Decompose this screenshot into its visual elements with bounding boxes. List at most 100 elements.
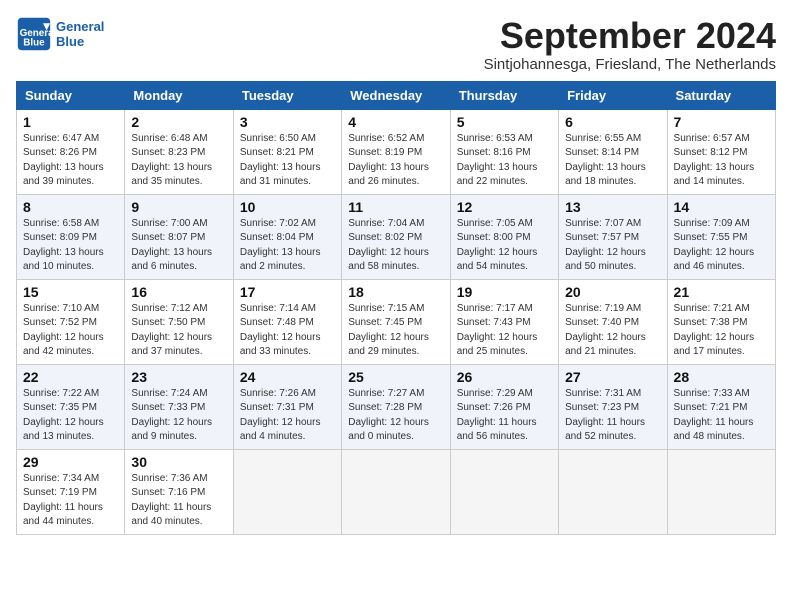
calendar-row: 1Sunrise: 6:47 AM Sunset: 8:26 PM Daylig… — [17, 109, 776, 194]
calendar-row: 15 Sunrise: 7:10 AM Sunset: 7:52 PM Dayli… — [17, 279, 776, 364]
logo: General Blue General Blue — [16, 16, 104, 52]
calendar-cell: 9 Sunrise: 7:00 AM Sunset: 8:07 PM Daylig… — [125, 194, 233, 279]
day-number: 6 — [565, 114, 660, 130]
day-number: 9 — [131, 199, 226, 215]
day-number: 30 — [131, 454, 226, 470]
day-number: 20 — [565, 284, 660, 300]
day-number: 22 — [23, 369, 118, 385]
calendar-cell: 29Sunrise: 7:34 AM Sunset: 7:19 PM Dayli… — [17, 449, 125, 534]
day-info: Sunrise: 6:55 AM Sunset: 8:14 PM Dayligh… — [565, 132, 660, 190]
day-number: 18 — [348, 284, 443, 300]
calendar-cell: 27 Sunrise: 7:31 AM Sunset: 7:23 PM Dayli… — [559, 364, 667, 449]
col-header-monday: Monday — [125, 81, 233, 109]
title-block: September 2024 Sintjohannesga, Friesland… — [484, 16, 776, 73]
day-info: Sunrise: 7:12 AM Sunset: 7:50 PM Dayligh… — [131, 302, 226, 360]
calendar-cell: 12 Sunrise: 7:05 AM Sunset: 8:00 PM Dayli… — [450, 194, 558, 279]
day-info: Sunrise: 6:47 AM Sunset: 8:26 PM Dayligh… — [23, 132, 118, 190]
col-header-friday: Friday — [559, 81, 667, 109]
page-header: General Blue General Blue September 2024… — [16, 16, 776, 73]
calendar-cell: 7 Sunrise: 6:57 AM Sunset: 8:12 PM Daylig… — [667, 109, 775, 194]
day-number: 27 — [565, 369, 660, 385]
calendar-cell: 1Sunrise: 6:47 AM Sunset: 8:26 PM Daylig… — [17, 109, 125, 194]
day-info: Sunrise: 7:21 AM Sunset: 7:38 PM Dayligh… — [674, 302, 769, 360]
calendar-cell: 25Sunrise: 7:27 AM Sunset: 7:28 PM Dayli… — [342, 364, 450, 449]
calendar-cell: 8Sunrise: 6:58 AM Sunset: 8:09 PM Daylig… — [17, 194, 125, 279]
calendar-cell: 13 Sunrise: 7:07 AM Sunset: 7:57 PM Dayli… — [559, 194, 667, 279]
day-info: Sunrise: 7:33 AM Sunset: 7:21 PM Dayligh… — [674, 387, 769, 445]
day-number: 16 — [131, 284, 226, 300]
day-info: Sunrise: 6:48 AM Sunset: 8:23 PM Dayligh… — [131, 132, 226, 190]
day-info: Sunrise: 7:19 AM Sunset: 7:40 PM Dayligh… — [565, 302, 660, 360]
calendar-row: 29Sunrise: 7:34 AM Sunset: 7:19 PM Dayli… — [17, 449, 776, 534]
day-info: Sunrise: 7:10 AM Sunset: 7:52 PM Dayligh… — [23, 302, 118, 360]
calendar-cell: 24 Sunrise: 7:26 AM Sunset: 7:31 PM Dayli… — [233, 364, 341, 449]
day-info: Sunrise: 7:29 AM Sunset: 7:26 PM Dayligh… — [457, 387, 552, 445]
day-info: Sunrise: 6:50 AM Sunset: 8:21 PM Dayligh… — [240, 132, 335, 190]
calendar-cell: 17 Sunrise: 7:14 AM Sunset: 7:48 PM Dayli… — [233, 279, 341, 364]
calendar-cell: 11 Sunrise: 7:04 AM Sunset: 8:02 PM Dayli… — [342, 194, 450, 279]
day-info: Sunrise: 6:57 AM Sunset: 8:12 PM Dayligh… — [674, 132, 769, 190]
col-header-wednesday: Wednesday — [342, 81, 450, 109]
day-number: 3 — [240, 114, 335, 130]
calendar-cell — [667, 449, 775, 534]
day-number: 15 — [23, 284, 118, 300]
day-info: Sunrise: 7:05 AM Sunset: 8:00 PM Dayligh… — [457, 217, 552, 275]
day-number: 13 — [565, 199, 660, 215]
calendar-cell — [342, 449, 450, 534]
day-info: Sunrise: 7:31 AM Sunset: 7:23 PM Dayligh… — [565, 387, 660, 445]
day-number: 24 — [240, 369, 335, 385]
day-number: 7 — [674, 114, 769, 130]
col-header-saturday: Saturday — [667, 81, 775, 109]
day-info: Sunrise: 7:26 AM Sunset: 7:31 PM Dayligh… — [240, 387, 335, 445]
day-number: 10 — [240, 199, 335, 215]
calendar-cell: 22 Sunrise: 7:22 AM Sunset: 7:35 PM Dayli… — [17, 364, 125, 449]
day-number: 12 — [457, 199, 552, 215]
col-header-thursday: Thursday — [450, 81, 558, 109]
calendar-cell: 6 Sunrise: 6:55 AM Sunset: 8:14 PM Daylig… — [559, 109, 667, 194]
calendar-table: SundayMondayTuesdayWednesdayThursdayFrid… — [16, 81, 776, 535]
day-number: 17 — [240, 284, 335, 300]
calendar-cell: 16 Sunrise: 7:12 AM Sunset: 7:50 PM Dayli… — [125, 279, 233, 364]
day-info: Sunrise: 7:34 AM Sunset: 7:19 PM Dayligh… — [23, 472, 118, 530]
day-info: Sunrise: 7:17 AM Sunset: 7:43 PM Dayligh… — [457, 302, 552, 360]
calendar-cell: 18Sunrise: 7:15 AM Sunset: 7:45 PM Dayli… — [342, 279, 450, 364]
calendar-cell: 28Sunrise: 7:33 AM Sunset: 7:21 PM Dayli… — [667, 364, 775, 449]
day-info: Sunrise: 6:58 AM Sunset: 8:09 PM Dayligh… — [23, 217, 118, 275]
day-info: Sunrise: 7:04 AM Sunset: 8:02 PM Dayligh… — [348, 217, 443, 275]
day-number: 19 — [457, 284, 552, 300]
day-info: Sunrise: 7:07 AM Sunset: 7:57 PM Dayligh… — [565, 217, 660, 275]
day-info: Sunrise: 7:24 AM Sunset: 7:33 PM Dayligh… — [131, 387, 226, 445]
day-number: 4 — [348, 114, 443, 130]
day-info: Sunrise: 7:14 AM Sunset: 7:48 PM Dayligh… — [240, 302, 335, 360]
calendar-cell: 3 Sunrise: 6:50 AM Sunset: 8:21 PM Daylig… — [233, 109, 341, 194]
day-info: Sunrise: 6:53 AM Sunset: 8:16 PM Dayligh… — [457, 132, 552, 190]
calendar-cell — [450, 449, 558, 534]
day-number: 2 — [131, 114, 226, 130]
col-header-tuesday: Tuesday — [233, 81, 341, 109]
calendar-cell: 4Sunrise: 6:52 AM Sunset: 8:19 PM Daylig… — [342, 109, 450, 194]
col-header-sunday: Sunday — [17, 81, 125, 109]
calendar-cell: 20 Sunrise: 7:19 AM Sunset: 7:40 PM Dayli… — [559, 279, 667, 364]
calendar-cell: 19 Sunrise: 7:17 AM Sunset: 7:43 PM Dayli… — [450, 279, 558, 364]
month-title: September 2024 — [484, 16, 776, 56]
calendar-cell: 26Sunrise: 7:29 AM Sunset: 7:26 PM Dayli… — [450, 364, 558, 449]
calendar-cell: 15 Sunrise: 7:10 AM Sunset: 7:52 PM Dayli… — [17, 279, 125, 364]
logo-icon: General Blue — [16, 16, 52, 52]
calendar-row: 22 Sunrise: 7:22 AM Sunset: 7:35 PM Dayli… — [17, 364, 776, 449]
calendar-cell: 30Sunrise: 7:36 AM Sunset: 7:16 PM Dayli… — [125, 449, 233, 534]
day-info: Sunrise: 7:02 AM Sunset: 8:04 PM Dayligh… — [240, 217, 335, 275]
svg-text:Blue: Blue — [23, 38, 45, 49]
calendar-cell: 23Sunrise: 7:24 AM Sunset: 7:33 PM Dayli… — [125, 364, 233, 449]
calendar-cell: 21 Sunrise: 7:21 AM Sunset: 7:38 PM Dayli… — [667, 279, 775, 364]
calendar-cell — [559, 449, 667, 534]
day-number: 11 — [348, 199, 443, 215]
calendar-row: 8Sunrise: 6:58 AM Sunset: 8:09 PM Daylig… — [17, 194, 776, 279]
day-info: Sunrise: 7:27 AM Sunset: 7:28 PM Dayligh… — [348, 387, 443, 445]
day-info: Sunrise: 7:00 AM Sunset: 8:07 PM Dayligh… — [131, 217, 226, 275]
logo-text: General — [56, 19, 104, 34]
location-subtitle: Sintjohannesga, Friesland, The Netherlan… — [484, 56, 776, 73]
day-number: 14 — [674, 199, 769, 215]
day-info: Sunrise: 7:22 AM Sunset: 7:35 PM Dayligh… — [23, 387, 118, 445]
calendar-cell: 2 Sunrise: 6:48 AM Sunset: 8:23 PM Daylig… — [125, 109, 233, 194]
day-number: 21 — [674, 284, 769, 300]
